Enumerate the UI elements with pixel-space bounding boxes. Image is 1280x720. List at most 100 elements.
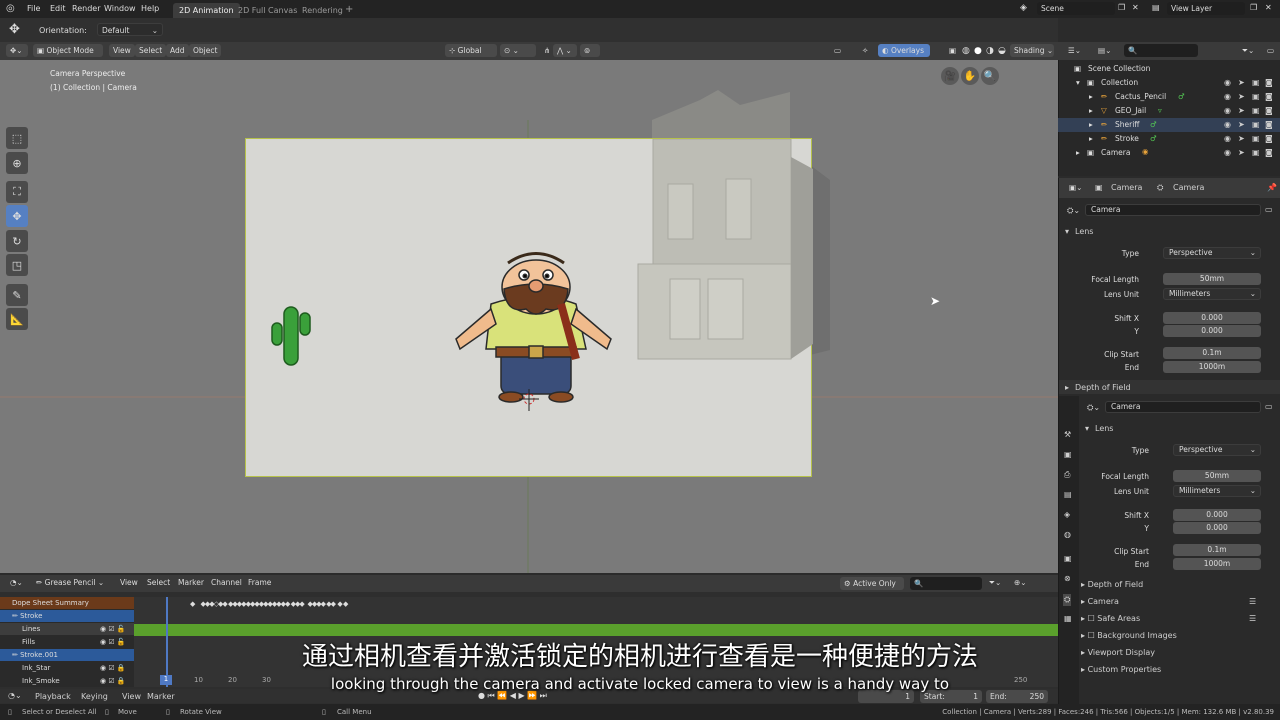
delete-view-layer-icon[interactable]: ✕ bbox=[1265, 3, 1272, 12]
pivot-dropdown[interactable]: ⊙ ⌄ bbox=[500, 44, 536, 57]
eye-icon[interactable]: ◉ bbox=[1224, 148, 1231, 157]
proportional-edit-icon[interactable]: ⊚ bbox=[580, 44, 600, 57]
channel-lines[interactable]: Lines ◉ ☑ 🔓 bbox=[0, 623, 134, 635]
lens-unit-dropdown[interactable]: Millimeters ⌄ bbox=[1163, 288, 1261, 300]
eye-icon[interactable]: ◉ bbox=[1224, 78, 1231, 87]
render-icon[interactable]: ▣ bbox=[1252, 106, 1260, 115]
lens-panel-header-2[interactable]: Lens bbox=[1095, 424, 1113, 433]
channel-stroke[interactable]: ✏ Stroke bbox=[0, 610, 134, 622]
dof-panel-header[interactable]: ▸ Depth of Field bbox=[1059, 380, 1280, 394]
expand-right-icon[interactable]: ▸ bbox=[1089, 120, 1093, 129]
render-icon[interactable]: ▣ bbox=[1252, 78, 1260, 87]
transform-orientation-dropdown[interactable]: ⊹ Global bbox=[445, 44, 497, 57]
new-scene-icon[interactable]: ❐ bbox=[1118, 3, 1125, 12]
menu-help[interactable]: Help bbox=[141, 4, 159, 13]
camera-render-icon[interactable]: ◙ bbox=[1265, 106, 1273, 115]
rotate-tool[interactable]: ↻ bbox=[6, 230, 28, 252]
properties-editor-type-icon[interactable]: ▣⌄ bbox=[1065, 181, 1086, 194]
camera-render-icon[interactable]: ◙ bbox=[1265, 78, 1273, 87]
active-only-toggle[interactable]: ⚙ Active Only bbox=[840, 577, 904, 590]
collapse-icon[interactable]: ▾ bbox=[1085, 424, 1089, 433]
camera-data-name-field[interactable]: Camera bbox=[1085, 204, 1261, 216]
select-arrow-icon[interactable]: ➤ bbox=[1238, 78, 1245, 87]
pin-icon[interactable]: 📌 bbox=[1267, 183, 1277, 192]
menu-playback[interactable]: Playback bbox=[35, 692, 71, 701]
object-mode-dropdown[interactable]: ▣ Object Mode bbox=[33, 44, 103, 57]
menu-add[interactable]: Add bbox=[166, 44, 189, 57]
move-tool[interactable]: ✥ bbox=[6, 205, 28, 227]
3d-viewport[interactable]: ⬚ ⊕ ⛶ ✥ ↻ ◳ ✎ 📐 Camera Perspective (1) C… bbox=[0, 60, 1058, 573]
camera-render-icon[interactable]: ◙ bbox=[1265, 148, 1273, 157]
focal-length-field-2[interactable]: 50mm bbox=[1173, 470, 1261, 482]
expand-right-icon[interactable]: ▸ bbox=[1089, 134, 1093, 143]
lens-panel-header[interactable]: Lens bbox=[1075, 227, 1093, 236]
select-arrow-icon[interactable]: ➤ bbox=[1238, 134, 1245, 143]
summary-toggle-icon[interactable]: ⊕⌄ bbox=[1010, 576, 1031, 589]
expand-right-icon[interactable]: ▸ bbox=[1089, 106, 1093, 115]
move-tool-icon[interactable]: ✥ bbox=[9, 22, 20, 37]
collapse-icon[interactable]: ▾ bbox=[1065, 227, 1069, 236]
tree-row-stroke[interactable]: ▸ ✏ Stroke ♂ ◉ ➤ ▣ ◙ bbox=[1058, 132, 1280, 146]
type-dropdown-2[interactable]: Perspective ⌄ bbox=[1173, 444, 1261, 456]
panel-depth-of-field[interactable]: ▸ Depth of Field bbox=[1081, 580, 1143, 589]
menu-marker[interactable]: Marker bbox=[174, 576, 208, 589]
expand-right-icon[interactable]: ▸ bbox=[1076, 148, 1080, 157]
eye-icon[interactable]: ◉ bbox=[1224, 134, 1231, 143]
gizmo-icon[interactable]: ✧ bbox=[858, 44, 872, 57]
render-icon[interactable]: ▣ bbox=[1252, 148, 1260, 157]
delete-scene-icon[interactable]: ✕ bbox=[1132, 3, 1139, 12]
eye-icon[interactable]: ◉ bbox=[1224, 92, 1231, 101]
shift-y-field[interactable]: 0.000 bbox=[1163, 325, 1261, 337]
annotate-tool[interactable]: ✎ bbox=[6, 284, 28, 306]
grease-pencil-mode-dropdown[interactable]: ✏ Grease Pencil ⌄ bbox=[32, 576, 108, 589]
menu-object[interactable]: Object bbox=[189, 44, 222, 57]
list-menu-icon[interactable]: ☰ bbox=[1249, 614, 1256, 623]
eye-icon[interactable]: ◉ bbox=[1224, 120, 1231, 129]
expand-right-icon[interactable]: ▸ bbox=[1089, 92, 1093, 101]
menu-view[interactable]: View bbox=[109, 44, 135, 57]
menu-edit[interactable]: Edit bbox=[50, 4, 66, 13]
type-dropdown[interactable]: Perspective ⌄ bbox=[1163, 247, 1261, 259]
tab-2d-animation[interactable]: 2D Animation bbox=[173, 3, 240, 18]
menu-view[interactable]: View bbox=[116, 576, 142, 589]
select-box-tool[interactable]: ⬚ bbox=[6, 127, 28, 149]
menu-select[interactable]: Select bbox=[143, 576, 174, 589]
transform-tool[interactable]: ⛶ bbox=[6, 181, 28, 203]
dopesheet-search-input[interactable]: 🔍 bbox=[910, 577, 982, 590]
menu-window[interactable]: Window bbox=[104, 4, 136, 13]
camera-data-icon[interactable]: ⛭⌄ bbox=[1067, 206, 1080, 216]
snap-dropdown[interactable]: ⋀ ⌄ bbox=[553, 44, 577, 57]
menu-file[interactable]: File bbox=[27, 4, 40, 13]
lens-unit-dropdown-2[interactable]: Millimeters ⌄ bbox=[1173, 485, 1261, 497]
select-arrow-icon[interactable]: ➤ bbox=[1238, 120, 1245, 129]
visibility-icon[interactable]: ▭ bbox=[830, 44, 845, 57]
shift-x-field[interactable]: 0.000 bbox=[1163, 312, 1261, 324]
eye-icon[interactable]: ◉ ☑ 🔓 bbox=[100, 623, 126, 635]
camera-data-name-field-2[interactable]: Camera bbox=[1105, 401, 1261, 413]
scene-icon[interactable]: ◈ bbox=[1020, 3, 1027, 13]
blender-logo-icon[interactable]: ◎ bbox=[6, 3, 15, 14]
clip-end-field[interactable]: 1000m bbox=[1163, 361, 1261, 373]
focal-length-field[interactable]: 50mm bbox=[1163, 273, 1261, 285]
camera-data-icon[interactable]: ⛭⌄ bbox=[1087, 403, 1100, 413]
orientation-dropdown[interactable]: Default ⌄ bbox=[97, 23, 163, 36]
texture-tab-icon[interactable]: ▦ bbox=[1064, 614, 1072, 623]
outliner-search-input[interactable]: 🔍 bbox=[1124, 44, 1198, 57]
constraints-tab-icon[interactable]: ⊗ bbox=[1064, 574, 1071, 583]
panel-safe-areas[interactable]: ▸ ☐ Safe Areas bbox=[1081, 614, 1140, 623]
menu-view[interactable]: View bbox=[122, 692, 141, 701]
tree-row-camera[interactable]: ▸ ▣ Camera ◉ ◉ ➤ ▣ ◙ bbox=[1058, 146, 1280, 160]
channel-summary[interactable]: Dope Sheet Summary bbox=[0, 597, 134, 609]
tab-2d-full-canvas[interactable]: 2D Full Canvas bbox=[232, 3, 303, 18]
camera-view-icon[interactable]: 🎥 bbox=[941, 67, 959, 85]
filter-icon[interactable]: ⏷⌄ bbox=[985, 576, 1005, 589]
camera-render-icon[interactable]: ◙ bbox=[1265, 120, 1273, 129]
panel-camera[interactable]: ▸ Camera bbox=[1081, 597, 1119, 606]
tree-row-geo-jail[interactable]: ▸ ▽ GEO_Jail ▿ ◉ ➤ ▣ ◙ bbox=[1058, 104, 1280, 118]
shading-rendered-icon[interactable]: ◒ bbox=[994, 44, 1010, 57]
new-view-layer-icon[interactable]: ❐ bbox=[1250, 3, 1257, 12]
view-layer-icon[interactable]: ▤ bbox=[1152, 3, 1160, 12]
tree-row-cactus[interactable]: ▸ ✏ Cactus_Pencil ♂ ◉ ➤ ▣ ◙ bbox=[1058, 90, 1280, 104]
pan-hand-icon[interactable]: ✋ bbox=[961, 67, 979, 85]
select-arrow-icon[interactable]: ➤ bbox=[1238, 92, 1245, 101]
